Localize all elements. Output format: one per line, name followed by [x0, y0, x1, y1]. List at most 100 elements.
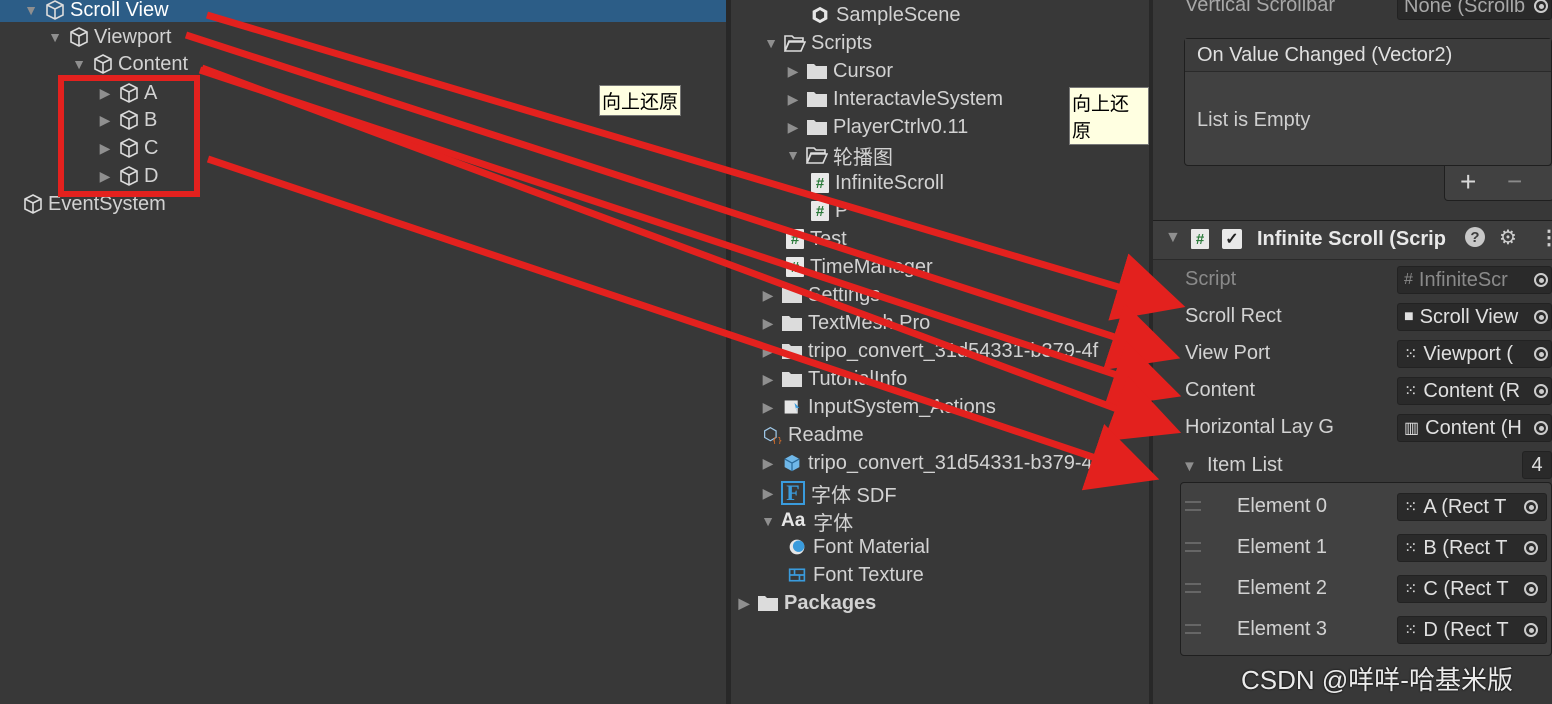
component-header[interactable]: ▼ # ✓ Infinite Scroll (Scrip ? ⚙ ⋮ [1153, 220, 1552, 260]
expand-arrow-icon[interactable]: ▼ [24, 2, 38, 18]
project-item[interactable]: ▼ Scripts [764, 30, 872, 56]
object-picker-icon[interactable] [1534, 347, 1548, 361]
collapse-arrow-icon[interactable]: ▶ [761, 343, 775, 359]
project-item[interactable]: ▶ Packages [737, 590, 877, 616]
project-item[interactable]: Font Material [786, 534, 930, 560]
object-field[interactable]: ▥ Content (H [1397, 414, 1552, 442]
collapse-arrow-icon[interactable]: ▶ [761, 455, 775, 471]
project-item[interactable]: ▶ TextMesh Pro [761, 310, 931, 336]
collapse-arrow-icon[interactable]: ▶ [761, 315, 775, 331]
gameobject-cube-icon [120, 83, 138, 103]
project-item[interactable]: ▶ InputSystem_Actions [761, 394, 996, 420]
expand-arrow-icon[interactable]: ▼ [72, 56, 86, 72]
object-picker-icon[interactable] [1524, 541, 1538, 555]
object-field[interactable]: ⁙ Content (R [1397, 377, 1552, 405]
drag-handle-icon[interactable] [1185, 501, 1201, 511]
project-item[interactable]: {} Readme [761, 422, 864, 448]
enabled-checkbox[interactable]: ✓ [1222, 229, 1242, 249]
project-item[interactable]: # P [811, 198, 848, 224]
project-item[interactable]: ▶ F 字体 SDF [761, 480, 897, 507]
expand-arrow-icon[interactable]: ▼ [48, 29, 62, 45]
vertical-scrollbar-field[interactable]: None (Scrollb [1397, 0, 1552, 20]
project-item[interactable]: ▼ 轮播图 [786, 142, 893, 169]
object-field[interactable]: ■ Scroll View [1397, 303, 1552, 331]
project-item[interactable]: # TimeManager [786, 254, 933, 280]
object-picker-icon[interactable] [1524, 500, 1538, 514]
collapse-arrow-icon[interactable]: ▶ [786, 119, 800, 135]
object-field[interactable]: ⁙ Viewport ( [1397, 340, 1552, 368]
object-picker-icon[interactable] [1534, 310, 1548, 324]
project-item[interactable]: SampleScene [809, 2, 961, 28]
field-label: Script [1185, 268, 1237, 290]
project-item[interactable]: ▶ tripo_convert_31d54331-b379-4f [761, 450, 1099, 476]
collapse-arrow-icon[interactable]: ▶ [786, 63, 800, 79]
item-list-size-field[interactable]: 4 [1522, 451, 1552, 479]
object-field[interactable]: # InfiniteScr [1397, 266, 1552, 294]
project-item[interactable]: # InfiniteScroll [811, 170, 944, 196]
foldout-arrow-icon[interactable]: ▼ [1165, 229, 1181, 247]
project-item[interactable]: ▶ TutorialInfo [761, 366, 908, 392]
hierarchy-item-content[interactable]: ▼ Content [72, 51, 188, 77]
object-picker-icon[interactable] [1534, 0, 1548, 13]
hierarchy-item-label: Scroll View [70, 0, 169, 21]
hierarchy-item-label: Content [118, 52, 189, 75]
project-item[interactable]: # Test [786, 226, 847, 252]
help-icon[interactable]: ? [1465, 227, 1485, 247]
hierarchy-item-b[interactable]: ▶ B [98, 107, 158, 133]
project-item[interactable]: ▶ InteractavleSystem [786, 86, 1003, 112]
project-item-label: 字体 [813, 512, 854, 535]
project-item-label: Test [810, 227, 847, 250]
object-picker-icon[interactable] [1524, 623, 1538, 637]
element-object-field[interactable]: ⁙ A (Rect T [1397, 493, 1547, 521]
drag-handle-icon[interactable] [1185, 624, 1201, 634]
hierarchy-item-viewport[interactable]: ▼ Viewport [48, 24, 171, 50]
hierarchy-item-eventsystem[interactable]: EventSystem [22, 191, 166, 217]
drag-handle-icon[interactable] [1185, 542, 1201, 552]
hierarchy-item-a[interactable]: ▶ A [98, 80, 158, 106]
project-item[interactable]: ▶ PlayerCtrlv0.11 [786, 114, 969, 140]
project-item[interactable]: ▼ Aa 字体 [761, 508, 854, 535]
field-label: Content [1185, 379, 1256, 401]
foldout-arrow-icon[interactable]: ▼ [1182, 458, 1197, 475]
project-item-label: Cursor [833, 59, 894, 82]
presets-icon[interactable]: ⚙ [1499, 225, 1517, 250]
project-item[interactable]: ▶ Cursor [786, 58, 893, 84]
remove-icon[interactable]: − [1507, 166, 1522, 197]
collapse-arrow-icon[interactable]: ▶ [98, 112, 112, 128]
hierarchy-item-scroll-view[interactable]: ▼ Scroll View [24, 0, 169, 23]
collapse-arrow-icon[interactable]: ▶ [786, 91, 800, 107]
expand-arrow-icon[interactable]: ▼ [764, 35, 778, 51]
collapse-arrow-icon[interactable]: ▶ [98, 140, 112, 156]
object-picker-icon[interactable] [1534, 273, 1548, 287]
object-picker-icon[interactable] [1524, 582, 1538, 596]
project-item-label: TutorialInfo [808, 367, 908, 390]
collapse-arrow-icon[interactable]: ▶ [761, 371, 775, 387]
hierarchy-item-d[interactable]: ▶ D [98, 163, 159, 189]
vertical-scrollbar-label: Vertical Scrollbar [1185, 0, 1336, 16]
collapse-arrow-icon[interactable]: ▶ [737, 595, 751, 611]
object-picker-icon[interactable] [1534, 421, 1548, 435]
drag-handle-icon[interactable] [1185, 583, 1201, 593]
more-options-icon[interactable]: ⋮ [1539, 225, 1552, 250]
element-object-field[interactable]: ⁙ D (Rect T [1397, 616, 1547, 644]
folder-open-icon [806, 146, 833, 164]
element-object-field[interactable]: ⁙ B (Rect T [1397, 534, 1547, 562]
element-label: Element 1 [1237, 536, 1328, 558]
project-item[interactable]: ▶ tripo_convert_31d54331-b379-4f [761, 338, 1099, 364]
collapse-arrow-icon[interactable]: ▶ [761, 485, 775, 501]
collapse-arrow-icon[interactable]: ▶ [761, 287, 775, 303]
object-picker-icon[interactable] [1534, 384, 1548, 398]
project-item[interactable]: ▶ Settings [761, 282, 881, 308]
element-object-field[interactable]: ⁙ C (Rect T [1397, 575, 1547, 603]
expand-arrow-icon[interactable]: ▼ [786, 147, 800, 163]
folder-icon [781, 342, 808, 360]
collapse-arrow-icon[interactable]: ▶ [98, 85, 112, 101]
unity-scene-icon [809, 6, 836, 24]
add-icon[interactable]: + [1460, 166, 1476, 198]
project-item[interactable]: Font Texture [786, 562, 924, 588]
collapse-arrow-icon[interactable]: ▶ [761, 399, 775, 415]
expand-arrow-icon[interactable]: ▼ [761, 513, 775, 529]
hierarchy-item-c[interactable]: ▶ C [98, 135, 159, 161]
folder-icon [757, 594, 784, 612]
collapse-arrow-icon[interactable]: ▶ [98, 168, 112, 184]
